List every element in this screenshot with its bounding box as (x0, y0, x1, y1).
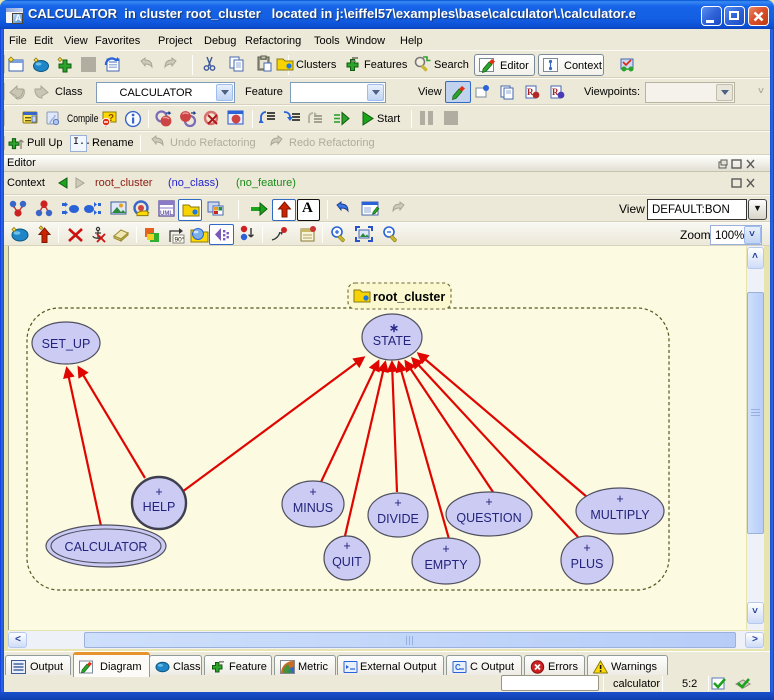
svg-text:∗: ∗ (389, 321, 399, 335)
svg-text:+: + (343, 539, 350, 553)
svg-text:MULTIPLY: MULTIPLY (590, 508, 650, 522)
svg-text:STATE: STATE (373, 334, 411, 348)
svg-text:MINUS: MINUS (293, 501, 333, 515)
svg-text:90°: 90° (175, 236, 185, 244)
svg-text:EMPTY: EMPTY (424, 558, 468, 572)
svg-text:root_cluster: root_cluster (373, 290, 445, 304)
svg-text:+: + (583, 541, 590, 555)
svg-text:+: + (394, 496, 401, 510)
svg-text:+: + (442, 542, 449, 556)
svg-text:PLUS: PLUS (571, 557, 604, 571)
svg-text:SET_UP: SET_UP (42, 337, 91, 351)
svg-text:QUESTION: QUESTION (456, 511, 521, 525)
svg-text:HELP: HELP (143, 500, 176, 514)
svg-text:+: + (309, 485, 316, 499)
svg-text:C: C (455, 663, 461, 672)
svg-text:UML: UML (160, 211, 173, 217)
svg-text:DIVIDE: DIVIDE (377, 512, 419, 526)
svg-text:+: + (616, 492, 623, 506)
svg-text:CALCULATOR: CALCULATOR (65, 540, 148, 554)
svg-text:+: + (155, 485, 162, 499)
svg-text:QUIT: QUIT (332, 555, 362, 569)
svg-text:+: + (485, 495, 492, 509)
